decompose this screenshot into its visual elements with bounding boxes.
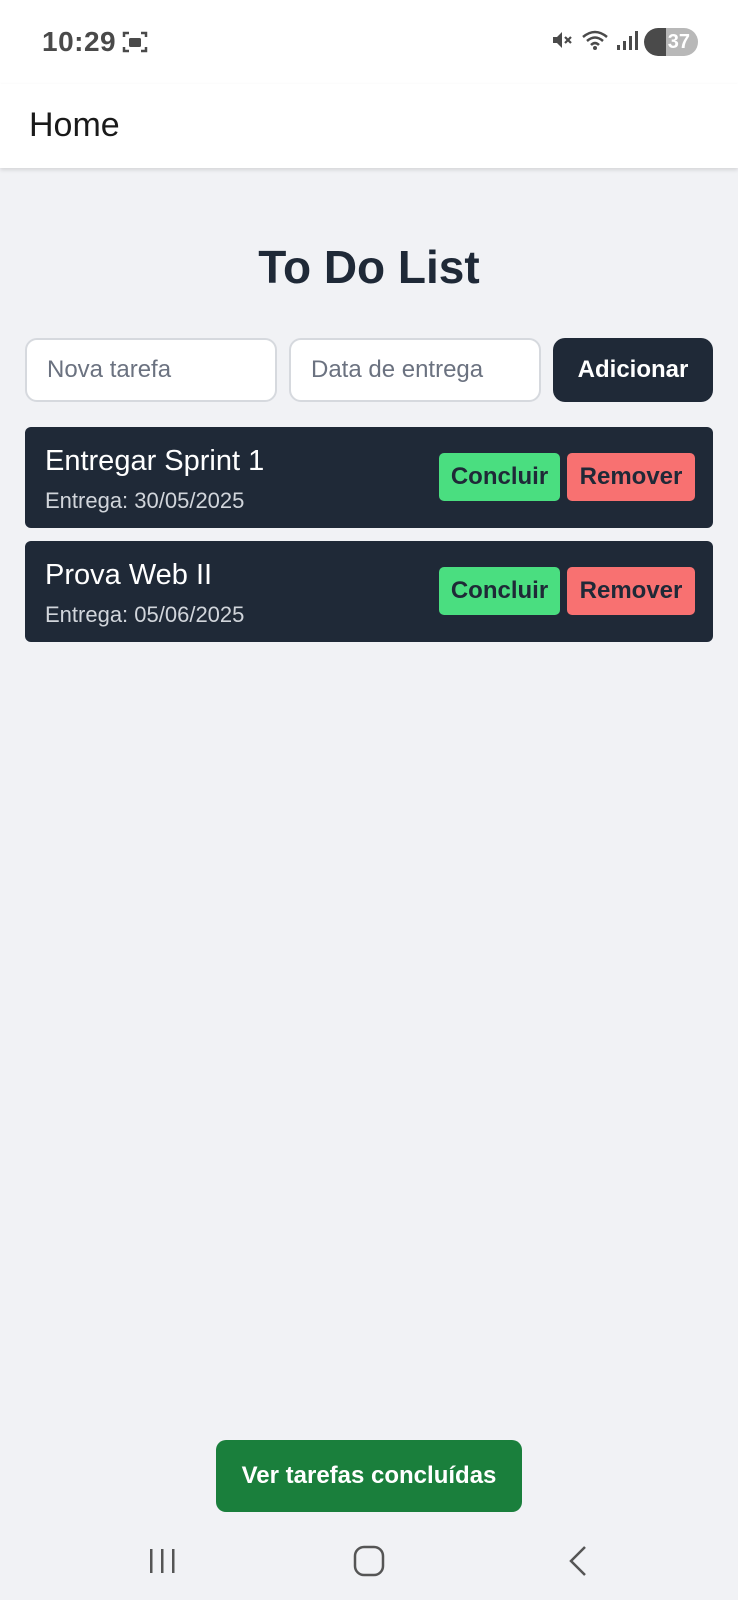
system-nav-bar [0, 1520, 738, 1600]
status-bar: 10:29 37 [0, 0, 738, 84]
task-title: Prova Web II [45, 559, 213, 591]
task-due-date: Entrega: 05/06/2025 [45, 602, 245, 627]
status-icons: 37 [550, 26, 698, 58]
view-completed-button[interactable]: Ver tarefas concluídas [216, 1440, 522, 1512]
page-heading: To Do List [258, 241, 480, 293]
home-icon[interactable] [352, 1544, 386, 1583]
task-title: Entregar Sprint 1 [45, 445, 265, 477]
app-title: Home [29, 106, 120, 144]
add-task-form: Adicionar [25, 338, 713, 402]
task-list: Entregar Sprint 1 Entrega: 30/05/2025 Co… [25, 427, 713, 655]
wifi-icon [580, 28, 610, 57]
screenshot-icon [122, 30, 148, 59]
date-input[interactable] [289, 338, 541, 402]
task-card: Prova Web II Entrega: 05/06/2025 Conclui… [25, 541, 713, 642]
remove-button[interactable]: Remover [567, 567, 695, 615]
signal-icon [616, 29, 638, 56]
status-time: 10:29 [42, 26, 117, 57]
task-input[interactable] [25, 338, 277, 402]
remove-button[interactable]: Remover [567, 453, 695, 501]
add-button[interactable]: Adicionar [553, 338, 713, 402]
app-bar: Home [0, 84, 738, 168]
back-icon[interactable] [566, 1544, 590, 1583]
battery-icon: 37 [644, 28, 698, 56]
battery-level: 37 [667, 30, 690, 53]
complete-button[interactable]: Concluir [439, 567, 560, 615]
task-card: Entregar Sprint 1 Entrega: 30/05/2025 Co… [25, 427, 713, 528]
recent-apps-icon[interactable] [148, 1546, 178, 1581]
mute-icon [550, 28, 574, 57]
complete-button[interactable]: Concluir [439, 453, 560, 501]
task-due-date: Entrega: 30/05/2025 [45, 488, 245, 513]
